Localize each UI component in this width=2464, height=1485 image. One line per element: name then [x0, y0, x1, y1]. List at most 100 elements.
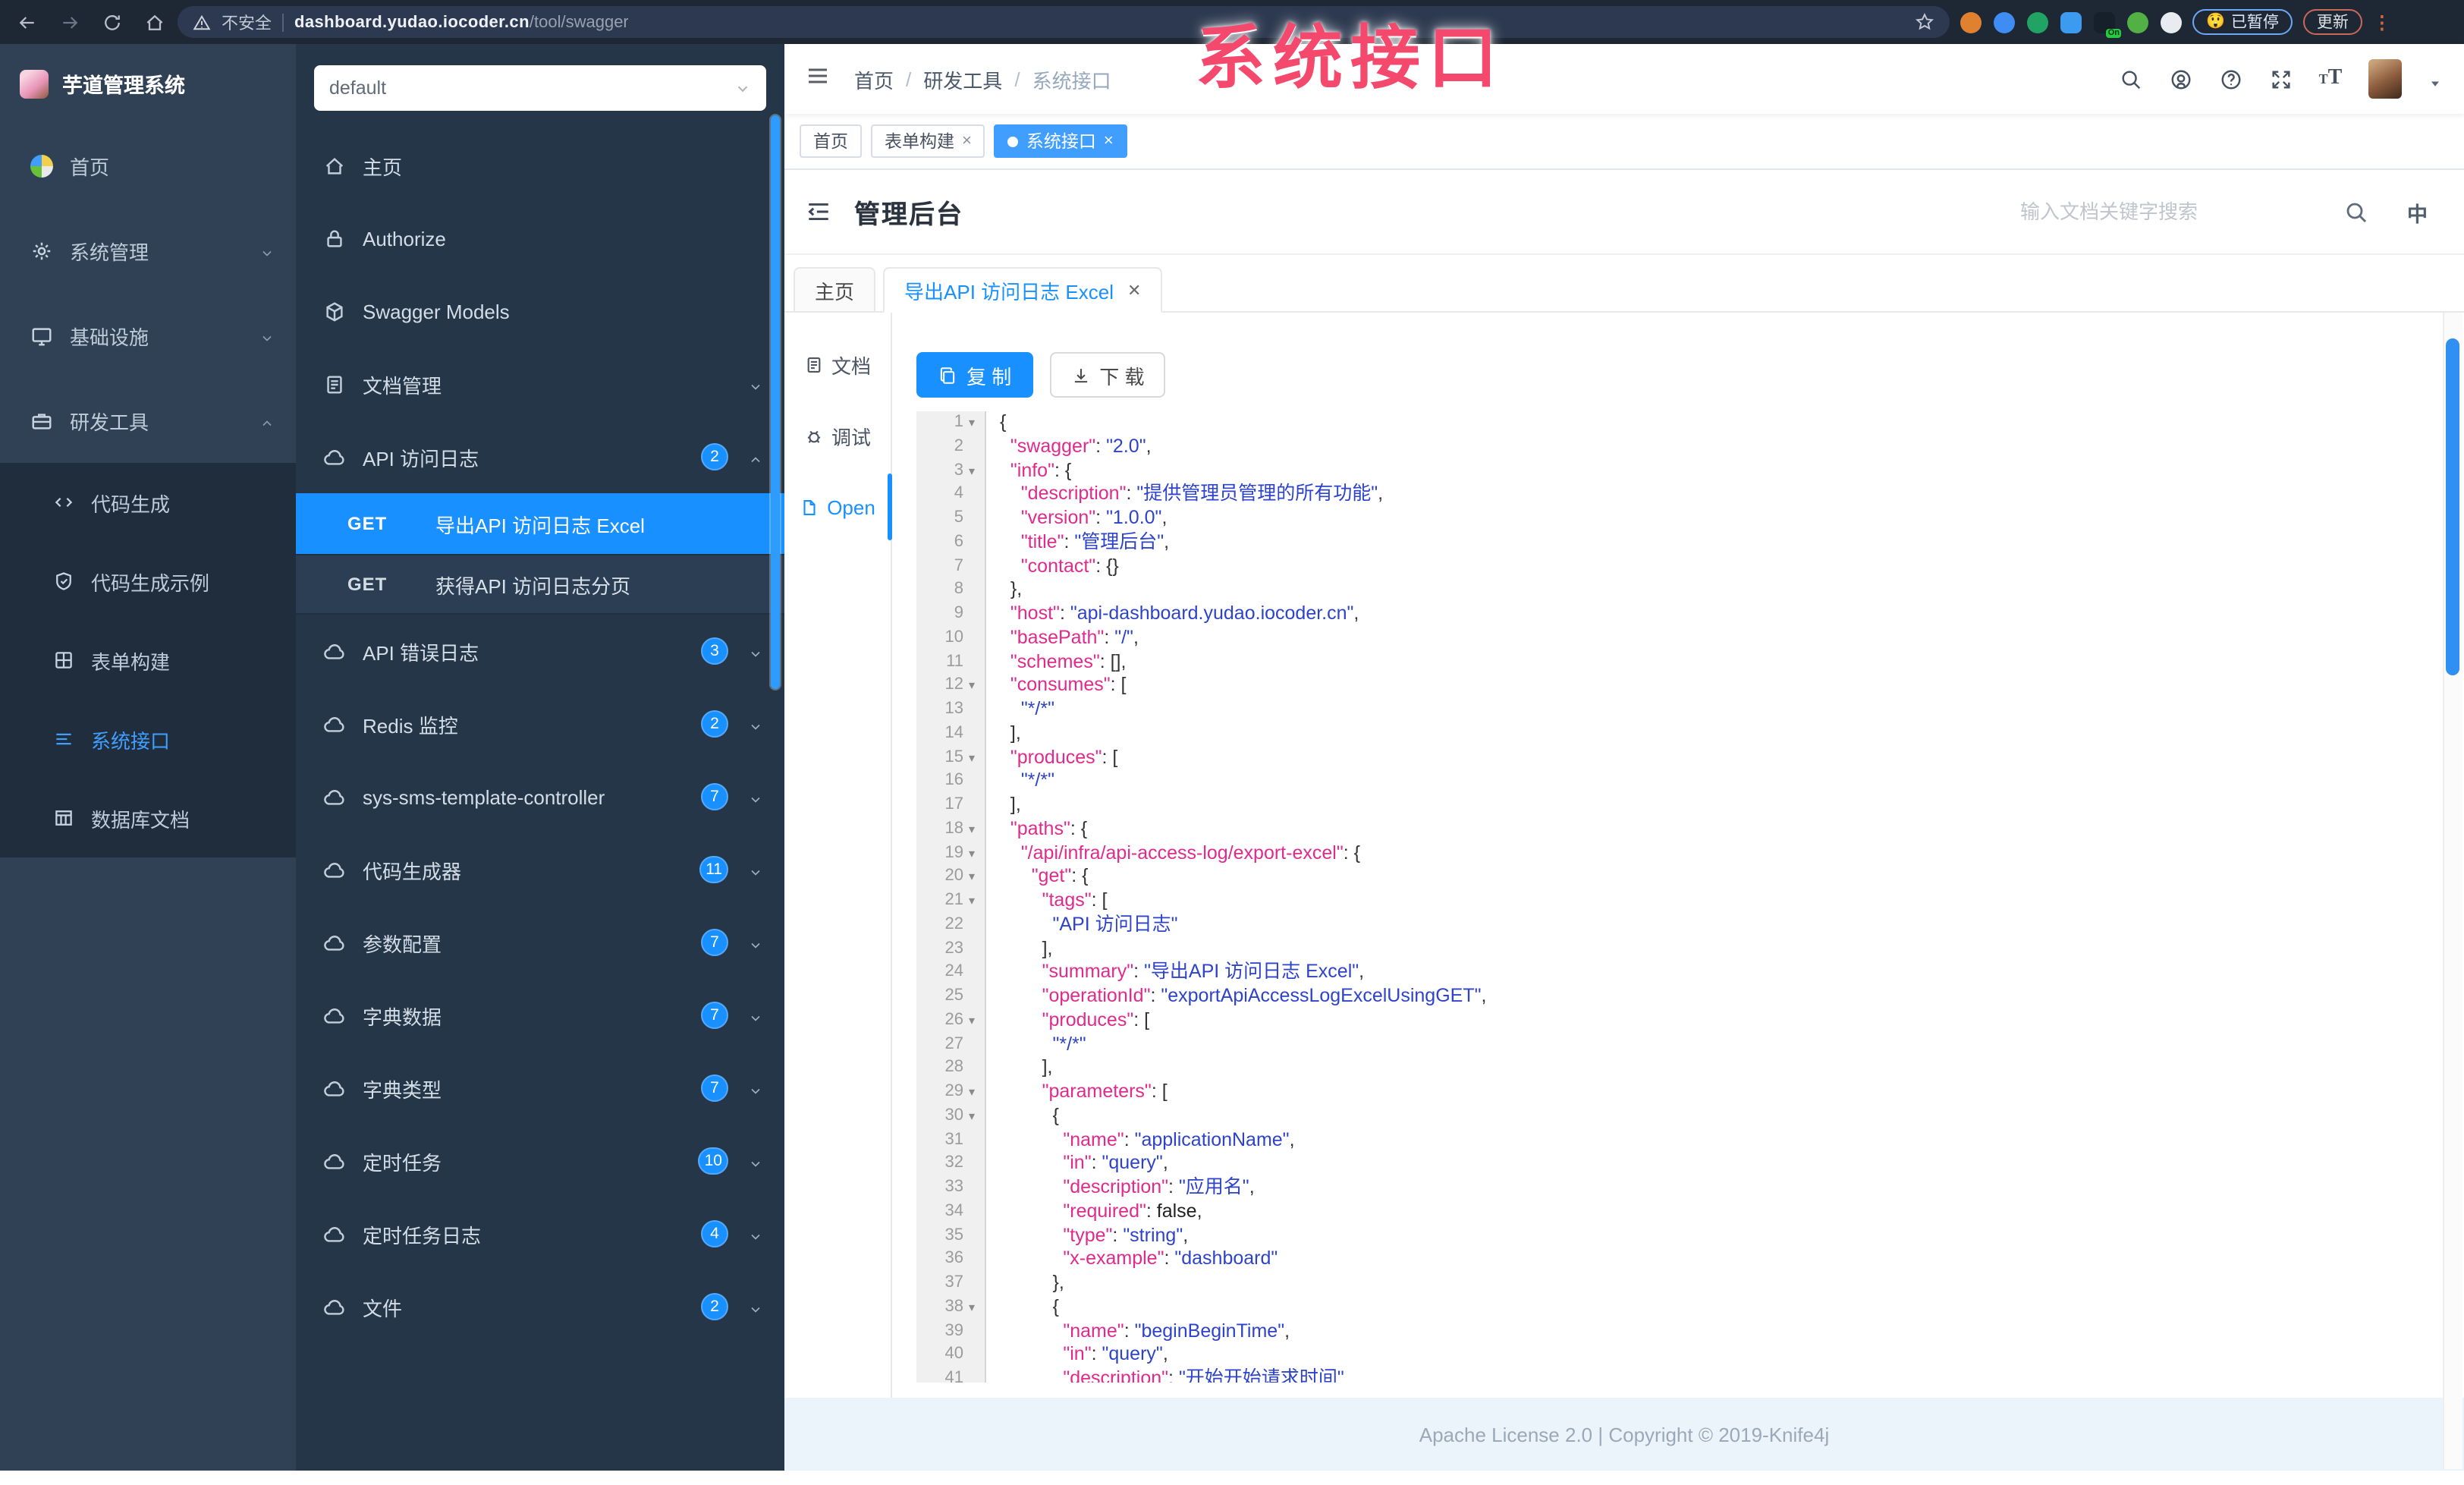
fold-icon[interactable]: ▾: [963, 1081, 980, 1105]
bookmark-star-icon[interactable]: [1915, 12, 1934, 32]
fold-icon[interactable]: ▾: [963, 1296, 980, 1320]
menu-fold-icon[interactable]: [806, 199, 831, 225]
fold-icon[interactable]: ▾: [963, 842, 980, 866]
tag-首页[interactable]: 首页: [800, 124, 862, 158]
question-icon[interactable]: [2218, 67, 2242, 91]
api-group-参数配置[interactable]: 参数配置 7: [296, 906, 784, 979]
code-text: "produces": [: [1042, 1008, 1150, 1030]
reload-icon[interactable]: [100, 10, 124, 34]
copy-button[interactable]: 复 制: [916, 352, 1033, 398]
ext-green-leaf-icon[interactable]: [2127, 11, 2148, 33]
breadcrumb-item[interactable]: 研发工具: [923, 64, 1002, 93]
line-number: 3: [954, 461, 963, 479]
paused-badge[interactable]: 😲 已暂停: [2192, 9, 2293, 35]
code-line: 30 ▾ {: [916, 1104, 2434, 1129]
fold-icon[interactable]: ▾: [963, 459, 980, 483]
address-bar[interactable]: 不安全 dashboard.yudao.iocoder.cn/tool/swag…: [178, 6, 1950, 38]
sidebar-item-基础设施[interactable]: 基础设施: [0, 293, 296, 378]
tags-view: 首页 表单构建 × 系统接口 ×: [784, 114, 2464, 170]
forward-icon[interactable]: [58, 10, 82, 34]
fold-icon[interactable]: ▾: [963, 746, 980, 770]
api-group-代码生成器[interactable]: 代码生成器 11: [296, 833, 784, 906]
swagger-item-主页[interactable]: 主页: [296, 129, 784, 202]
endpoint-导出API 访问日志 Excel[interactable]: GET 导出API 访问日志 Excel: [296, 493, 784, 554]
api-group-定时任务日志[interactable]: 定时任务日志 4: [296, 1197, 784, 1270]
swagger-item-API 访问日志[interactable]: API 访问日志 2: [296, 420, 784, 493]
tag-系统接口[interactable]: 系统接口 ×: [994, 124, 1127, 158]
side-tab-调试[interactable]: 调试: [784, 402, 891, 469]
gear-icon: [30, 239, 53, 262]
app-logo[interactable]: 芋道管理系统: [0, 44, 296, 123]
ext-blue-drop-icon[interactable]: [1994, 11, 2015, 33]
swagger-item-Swagger Models[interactable]: Swagger Models: [296, 275, 784, 348]
sidebar-item-首页[interactable]: 首页: [0, 123, 296, 208]
ext-blue-grid-icon[interactable]: [2060, 11, 2082, 33]
ext-dark-on-icon[interactable]: On: [2094, 11, 2121, 37]
browser-menu-icon[interactable]: ⋮: [2373, 11, 2391, 33]
doc-tab-导出API 访问日志 Excel[interactable]: 导出API 访问日志 Excel ✕: [883, 267, 1163, 313]
swagger-item-文档管理[interactable]: 文档管理: [296, 348, 784, 420]
line-number: 27: [944, 1034, 964, 1052]
ext-green-circle-icon[interactable]: [2027, 11, 2048, 33]
sidebar-toggle-icon[interactable]: [784, 63, 854, 95]
url-host: dashboard.yudao.iocoder.cn: [294, 13, 530, 31]
api-group-字典类型[interactable]: 字典类型 7: [296, 1052, 784, 1125]
code-line: 10 "basePath": "/",: [916, 626, 2434, 650]
search-icon[interactable]: [2343, 200, 2368, 224]
http-method-label: GET: [347, 513, 388, 534]
download-button[interactable]: 下 载: [1049, 352, 1166, 398]
back-icon[interactable]: [15, 10, 39, 34]
language-toggle-icon[interactable]: 中: [2407, 197, 2428, 227]
api-group-sys-sms-template-controller[interactable]: sys-sms-template-controller 7: [296, 760, 784, 833]
sidebar-item-代码生成[interactable]: 代码生成: [0, 463, 296, 542]
api-group-API 错误日志[interactable]: API 错误日志 3: [296, 615, 784, 687]
search-icon[interactable]: [2118, 67, 2142, 91]
app-title: 芋道管理系统: [62, 74, 185, 97]
fold-icon[interactable]: ▾: [963, 889, 980, 914]
fullscreen-icon[interactable]: [2268, 67, 2293, 91]
side-tab-Open[interactable]: Open: [784, 474, 891, 540]
fold-icon[interactable]: ▾: [963, 866, 980, 890]
user-avatar[interactable]: [2368, 59, 2402, 99]
close-icon[interactable]: ×: [1104, 132, 1114, 150]
breadcrumb-item[interactable]: 首页: [854, 64, 894, 93]
close-icon[interactable]: ×: [962, 132, 972, 150]
update-button[interactable]: 更新: [2302, 9, 2362, 35]
sidebar-item-系统管理[interactable]: 系统管理: [0, 208, 296, 293]
github-icon[interactable]: [2168, 67, 2192, 91]
doc-tab-主页[interactable]: 主页: [794, 267, 876, 313]
page-scrollbar-thumb[interactable]: [2446, 338, 2459, 675]
sidebar-item-系统接口[interactable]: 系统接口: [0, 700, 296, 779]
api-group-字典数据[interactable]: 字典数据 7: [296, 979, 784, 1052]
tag-表单构建[interactable]: 表单构建 ×: [871, 124, 985, 158]
home-icon[interactable]: [143, 10, 167, 34]
fold-icon[interactable]: ▾: [963, 675, 980, 699]
fold-icon[interactable]: ▾: [963, 818, 980, 842]
sidebar-item-代码生成示例[interactable]: 代码生成示例: [0, 542, 296, 621]
ext-orange-icon[interactable]: [1960, 11, 1982, 33]
gutter: 3 ▾: [916, 459, 986, 483]
fontsize-icon[interactable]: TT: [2318, 67, 2343, 91]
fold-icon[interactable]: ▾: [963, 411, 980, 436]
api-group-定时任务[interactable]: 定时任务 10: [296, 1125, 784, 1197]
gutter: 7: [916, 555, 986, 579]
sidebar-item-数据库文档[interactable]: 数据库文档: [0, 779, 296, 857]
ext-white-star-icon[interactable]: [2161, 11, 2182, 33]
sidebar-item-表单构建[interactable]: 表单构建: [0, 621, 296, 700]
fold-icon[interactable]: ▾: [963, 1009, 980, 1034]
extension-icons: On: [1960, 11, 2182, 37]
api-group-select[interactable]: default: [314, 65, 766, 111]
api-group-文件[interactable]: 文件 2: [296, 1270, 784, 1343]
line-number: 38: [944, 1297, 964, 1316]
doc-search-input[interactable]: [2017, 199, 2328, 225]
code-editor[interactable]: 1 ▾{2 "swagger": "2.0", 3 ▾ "info": {4 "des…: [916, 411, 2434, 1383]
swagger-item-Authorize[interactable]: Authorize: [296, 202, 784, 275]
side-tab-文档[interactable]: 文档: [784, 331, 891, 398]
endpoint-获得API 访问日志分页[interactable]: GET 获得API 访问日志分页: [296, 554, 784, 615]
sidebar-scrollbar-thumb[interactable]: [771, 115, 780, 689]
sidebar-item-研发工具[interactable]: 研发工具: [0, 378, 296, 463]
fold-icon[interactable]: ▾: [963, 1105, 980, 1129]
close-icon[interactable]: ✕: [1127, 280, 1141, 300]
api-group-Redis 监控[interactable]: Redis 监控 2: [296, 687, 784, 760]
gutter: 19 ▾: [916, 842, 986, 866]
